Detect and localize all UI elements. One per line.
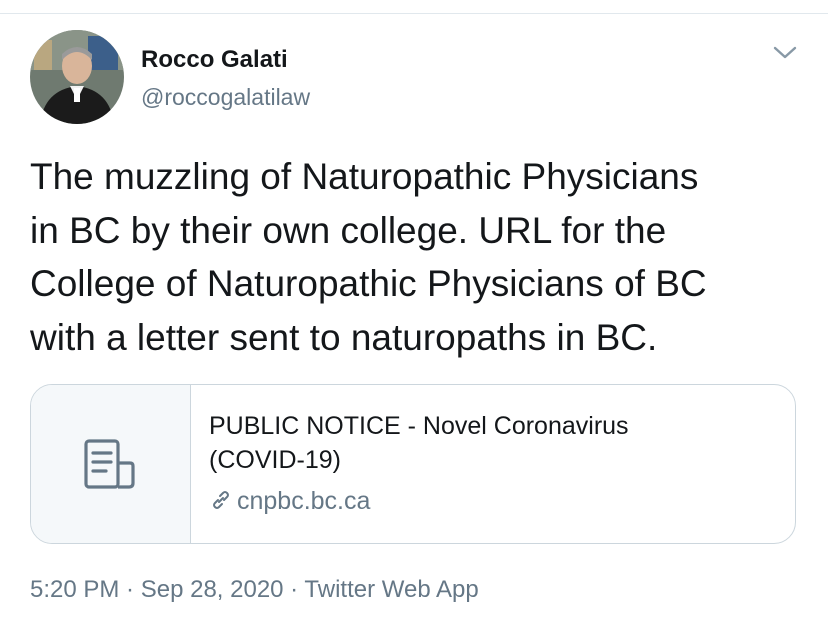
tweet-text-line: College of Naturopathic Physicians of BC xyxy=(30,263,707,304)
top-divider xyxy=(0,13,828,14)
tweet-meta: 5:20 PM · Sep 28, 2020 · Twitter Web App xyxy=(30,576,479,604)
tweet-text-line: The muzzling of Naturopathic Physicians xyxy=(30,156,699,197)
document-icon xyxy=(84,439,135,489)
tweet-date[interactable]: Sep 28, 2020 xyxy=(141,576,284,603)
author-name[interactable]: Rocco Galati xyxy=(141,46,288,74)
chevron-down-icon[interactable] xyxy=(772,44,798,62)
author-handle[interactable]: @roccogalatilaw xyxy=(141,84,310,111)
card-title-line: PUBLIC NOTICE - Novel Coronavirus xyxy=(209,412,629,440)
tweet-time[interactable]: 5:20 PM xyxy=(30,576,119,603)
card-thumbnail xyxy=(31,385,191,543)
card-domain-text: cnpbc.bc.ca xyxy=(237,487,371,515)
link-icon xyxy=(213,491,229,509)
link-card[interactable]: PUBLIC NOTICE - Novel Coronavirus (COVID… xyxy=(30,384,796,544)
avatar[interactable] xyxy=(30,30,124,124)
card-title[interactable]: PUBLIC NOTICE - Novel Coronavirus (COVID… xyxy=(209,409,769,477)
tweet-text: The muzzling of Naturopathic Physicians … xyxy=(30,150,810,364)
tweet-source[interactable]: Twitter Web App xyxy=(304,576,478,603)
card-title-line: (COVID-19) xyxy=(209,446,341,474)
card-domain[interactable]: cnpbc.bc.ca xyxy=(209,487,370,516)
tweet-text-line: with a letter sent to naturopaths in BC. xyxy=(30,316,658,358)
meta-separator: · xyxy=(119,576,141,603)
meta-separator: · xyxy=(283,576,305,603)
tweet-text-line: in BC by their own college. URL for the xyxy=(30,209,667,251)
